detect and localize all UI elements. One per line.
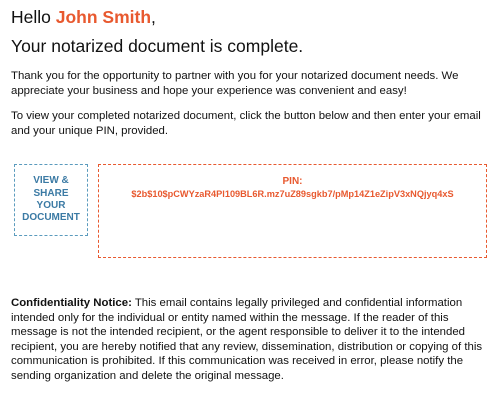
greeting-prefix: Hello [11, 7, 56, 27]
confidentiality-notice-body: This email contains legally privileged a… [11, 297, 483, 382]
view-share-document-button[interactable]: VIEW & SHARE YOUR DOCUMENT [14, 164, 88, 236]
pin-label: PIN: [282, 176, 303, 187]
greeting-suffix: , [151, 7, 156, 27]
pin-box: PIN: $2b$10$pCWYzaR4Pl109BL6R.mz7uZ89sgk… [98, 164, 487, 258]
email-body: Hello John Smith, Your notarized documen… [0, 0, 498, 404]
confidentiality-notice: Confidentiality Notice: This email conta… [11, 296, 493, 384]
email-headline: Your notarized document is complete. [11, 36, 304, 56]
instructions-paragraph: To view your completed notarized documen… [11, 110, 481, 137]
recipient-name: John Smith [55, 7, 152, 27]
confidentiality-notice-title: Confidentiality Notice: [11, 297, 132, 309]
greeting: Hello John Smith, [11, 6, 156, 28]
pin-value: $2b$10$pCWYzaR4Pl109BL6R.mz7uZ89sgkb7/pM… [131, 189, 454, 199]
thanks-paragraph: Thank you for the opportunity to partner… [11, 70, 459, 97]
view-share-document-label: VIEW & SHARE YOUR DOCUMENT [22, 175, 80, 224]
